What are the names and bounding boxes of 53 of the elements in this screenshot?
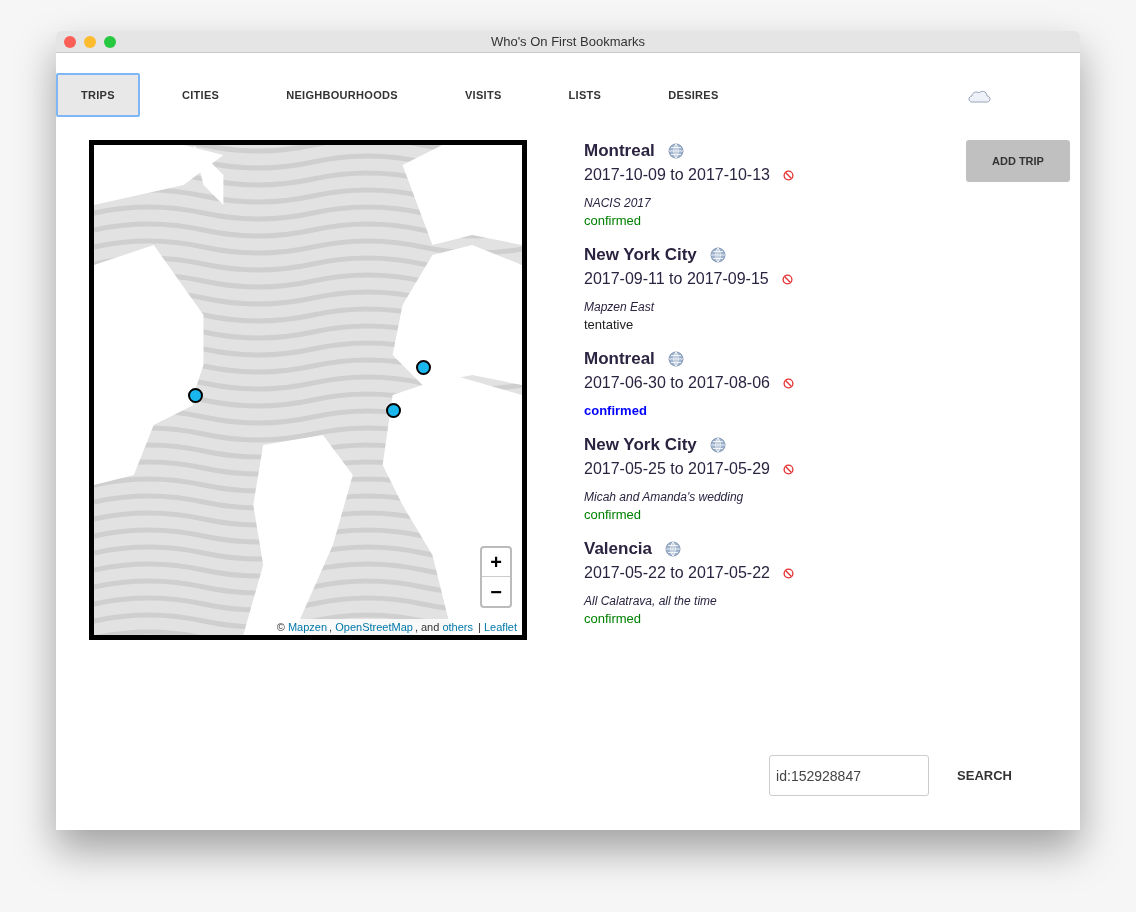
globe-icon[interactable] [665,541,682,557]
trip-status: confirmed [584,402,648,420]
trip-note: All Calatrava, all the time [584,593,718,610]
nav-tab[interactable]: TRIPS [56,73,140,117]
zoom-out-button[interactable]: − [482,577,510,606]
search-field[interactable]: id:152928847 [769,755,930,796]
attribution-link[interactable]: Leaflet [483,618,517,635]
trip-status: confirmed [584,212,643,230]
trip-status: tentative [584,316,635,334]
minimize-button[interactable] [84,35,96,48]
delete-icon[interactable] [782,377,794,389]
zoom-button[interactable] [104,35,116,48]
cloud-icon[interactable] [968,89,992,103]
globe-icon[interactable] [667,351,684,367]
attribution-link[interactable]: others [442,618,473,635]
add-trip-button[interactable]: ADD TRIP [966,140,1070,182]
trip-note: NACIS 2017 [584,195,652,212]
globe-icon[interactable] [709,437,726,453]
delete-icon[interactable] [782,463,794,475]
attribution-link[interactable]: OpenStreetMap [335,618,413,635]
trip-note: Mapzen East [584,299,656,316]
globe-icon[interactable] [667,143,684,159]
trip-dates: 2017-06-30 to 2017-08-06 [584,373,770,393]
zoom-in-button[interactable]: + [482,548,510,577]
delete-icon[interactable] [782,169,794,181]
nav-tab[interactable]: VISITS [439,73,527,117]
trip-city[interactable]: Montreal [584,346,655,372]
nav-tab[interactable]: LISTS [543,73,627,117]
trip-city[interactable]: New York City [584,242,697,268]
trip-status: confirmed [584,610,643,628]
trip-city[interactable]: Montreal [584,138,655,164]
trip-dates: 2017-05-22 to 2017-05-22 [584,563,770,583]
nav-tab[interactable]: NEIGHBOURHOODS [261,73,423,117]
attribution-text: , and [414,619,441,635]
trip-dates: 2017-09-11 to 2017-09-15 [584,269,769,289]
trip-city[interactable]: Valencia [584,536,653,562]
trip-status: confirmed [584,506,643,524]
delete-icon[interactable] [781,273,793,285]
close-button[interactable] [64,35,76,48]
window-title: Who's On First Bookmarks [490,32,646,51]
attribution-text: , [329,619,334,635]
delete-icon[interactable] [782,567,794,579]
copyright-text: © [276,619,286,635]
nav-tab[interactable]: CITIES [156,73,245,117]
search-button[interactable]: SEARCH [949,755,1020,796]
trip-note: Micah and Amanda's wedding [584,489,745,506]
trip-dates: 2017-10-09 to 2017-10-13 [584,165,770,185]
attribution-link[interactable]: Mapzen [287,618,328,635]
trip-city[interactable]: New York City [584,432,697,458]
attribution-text: | [477,619,482,635]
nav-tab[interactable]: DESIRES [643,73,744,117]
globe-icon[interactable] [709,247,726,263]
trip-dates: 2017-05-25 to 2017-05-29 [584,459,770,479]
